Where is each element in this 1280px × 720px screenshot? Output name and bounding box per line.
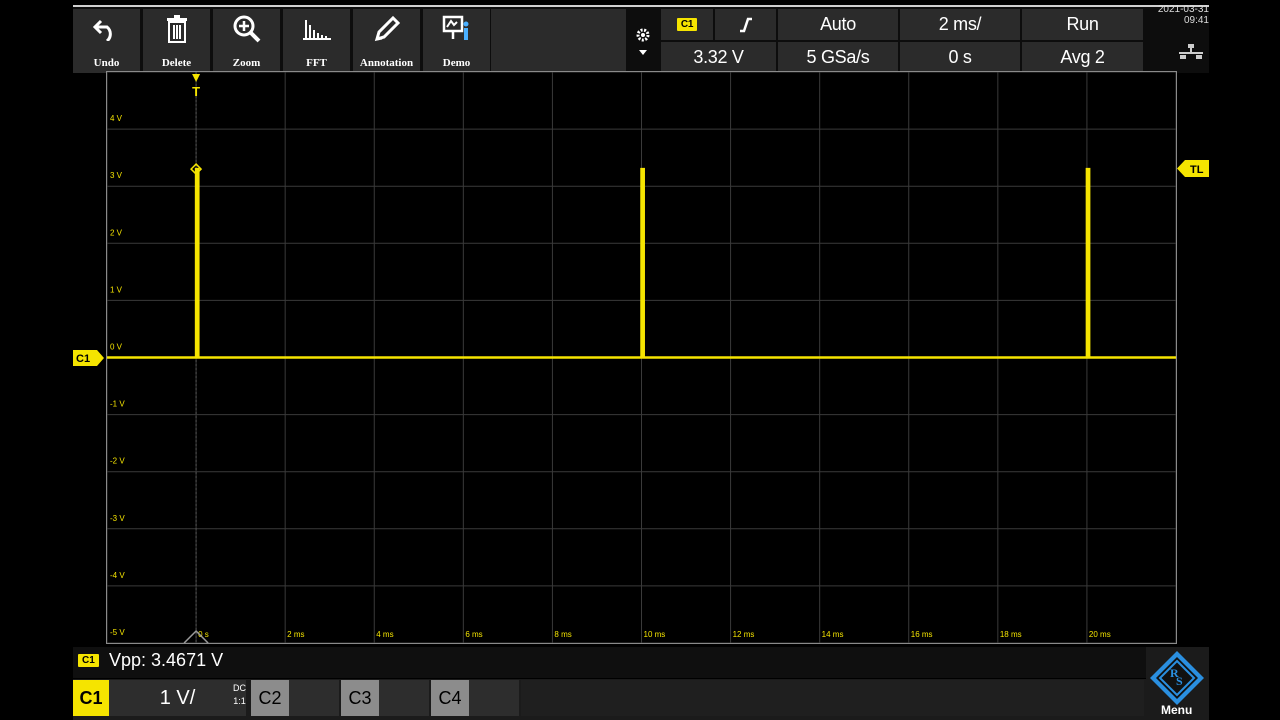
trigger-level[interactable]: 3.32 V [661,42,776,73]
trigger-mode[interactable]: Auto [778,9,898,40]
date-time: 2021-03-31 09:41 [1145,4,1209,26]
date-text: 2021-03-31 [1157,4,1209,15]
c1-scale-text: 1 V/ [159,686,196,709]
annotation-label: Annotation [359,57,414,69]
zoom-icon [233,15,260,43]
gear-icon [636,28,650,41]
y-tick-label: 3 V [110,171,123,180]
channel-c3-button[interactable]: C3 [341,680,379,716]
channel-c4-button[interactable]: C4 [431,680,469,716]
time-text: 09:41 [1183,15,1209,26]
trash-icon [166,15,187,43]
fft-label: FFT [306,57,327,69]
horizontal-position[interactable]: 0 s [900,42,1020,73]
annotation-button[interactable]: Annotation [353,9,420,73]
x-tick-label: 6 ms [465,630,482,639]
trigger-level-marker-label: TL [1190,164,1204,176]
c1-offset-marker-label: C1 [76,353,90,365]
pencil-icon [374,15,400,42]
channel-c4-scale[interactable] [469,680,519,716]
acquire-mode[interactable]: Avg 2 [1022,42,1143,73]
measurement-vpp: Vpp: 3.4671 V [109,650,224,670]
y-tick-label: 2 V [110,228,123,237]
c1-offset-marker[interactable]: C1 [73,350,104,366]
trigger-level-marker[interactable]: TL [1177,160,1209,177]
x-tick-label: 18 ms [1000,630,1022,639]
zoom-button[interactable]: Zoom [213,9,280,73]
x-tick-label: 14 ms [822,630,844,639]
trigger-position-label: T [192,84,200,99]
network-icon [1179,44,1203,59]
y-tick-label: -5 V [110,628,125,637]
y-tick-label: -2 V [110,457,125,466]
timebase-scale[interactable]: 2 ms/ [900,9,1020,40]
x-tick-label: 16 ms [911,630,933,639]
settings-button[interactable] [628,9,658,73]
run-stop[interactable]: Run [1022,9,1143,40]
channel-c2-scale[interactable] [289,680,339,716]
sample-rate[interactable]: 5 GSa/s [778,42,898,73]
y-tick-label: 0 V [110,343,123,352]
y-tick-label: -4 V [110,571,125,580]
fft-button[interactable]: FFT [283,9,350,73]
c1-waveform-trace [107,167,1176,359]
x-tick-label: 4 ms [376,630,393,639]
channel-c2-button[interactable]: C2 [251,680,289,716]
y-tick-label: -3 V [110,514,125,523]
trigger-position-arrow [192,74,201,82]
trigger-source[interactable]: C1 [661,9,713,40]
demo-button[interactable]: Demo [423,9,490,73]
demo-label: Demo [442,57,471,69]
channel-bar: C1 1 V/ DC 1:1 C2 C3 C4 [73,679,1209,720]
delete-button[interactable]: Delete [143,9,210,73]
y-tick-label: -1 V [110,400,125,409]
measurement-bar[interactable]: C1 Vpp: 3.4671 V [73,647,1209,678]
zoom-label: Zoom [232,57,261,69]
y-tick-label: 1 V [110,285,123,294]
delete-label: Delete [161,57,192,69]
chevron-down-icon [639,49,647,55]
x-tick-label: 8 ms [554,630,571,639]
channel-c1-button[interactable]: C1 [73,680,109,716]
fft-icon [302,20,331,40]
x-tick-label: 10 ms [644,630,666,639]
waveform-grid[interactable]: 4 V3 V2 V1 V0 V -1 V -2 V -3 V -4 V -5 V0 s2 … [106,71,1177,644]
undo-icon [92,19,112,41]
toolbar: Undo Delete Zoom FFT Annotation Demo C1 … [73,5,1209,73]
c1-vertical-scale[interactable]: 1 V/ [109,680,246,716]
waveform-canvas: 4 V3 V2 V1 V0 V-1 V-2 V-3 V-4 V-5 V0 s2 … [107,72,1176,643]
trigger-edge[interactable] [715,9,776,40]
x-tick-label: 12 ms [733,630,755,639]
undo-button[interactable]: Undo [73,9,140,73]
demo-icon [442,15,468,40]
rohde-schwarz-logo-icon: R S [1150,651,1204,705]
menu-label: Menu [1161,703,1193,717]
x-tick-label: 2 ms [287,630,304,639]
undo-label: Undo [93,57,120,69]
channel-c3-scale[interactable] [379,680,429,716]
rising-edge-icon [739,17,752,32]
c1-coupling-text: DC [233,683,246,693]
y-tick-label: 4 V [110,114,123,123]
toolbar-empty-slot [491,9,626,73]
channel-bar-empty [521,680,1144,716]
measurement-channel-badge: C1 [78,654,99,667]
c1-coupling: DC 1:1 [233,682,246,708]
c1-probe-ratio: 1:1 [233,696,246,706]
oscilloscope-screen: Undo Delete Zoom FFT Annotation Demo C1 … [73,0,1209,720]
x-tick-label: 20 ms [1089,630,1111,639]
svg-text:S: S [1176,674,1183,688]
trigger-source-badge: C1 [676,18,698,31]
